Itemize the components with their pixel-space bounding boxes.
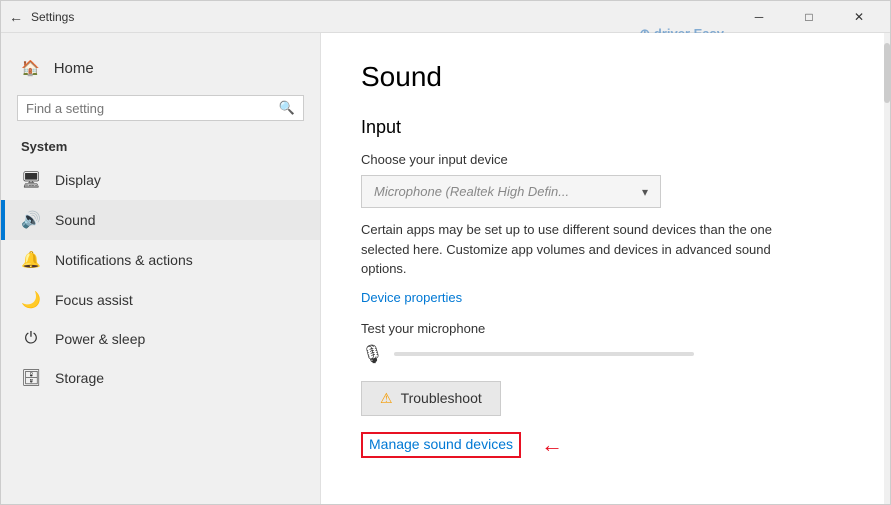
sidebar-section-title: System	[1, 133, 320, 160]
manage-link-wrapper: Manage sound devices	[361, 432, 521, 458]
close-button[interactable]: ✕	[836, 1, 882, 33]
maximize-button[interactable]: □	[786, 1, 832, 33]
device-properties-link[interactable]: Device properties	[361, 290, 462, 305]
sidebar-item-focus[interactable]: 🌙 Focus assist	[1, 280, 320, 320]
scrollbar[interactable]	[884, 33, 890, 504]
input-section-title: Input	[361, 117, 850, 138]
home-icon: 🏠	[21, 59, 40, 77]
sidebar-item-notifications[interactable]: 🔔 Notifications & actions	[1, 240, 320, 280]
sidebar-item-storage[interactable]: 🗄 Storage	[1, 358, 320, 398]
sidebar-item-focus-label: Focus assist	[55, 292, 133, 308]
manage-row: Manage sound devices ←	[361, 432, 850, 458]
display-icon: 🖥	[21, 170, 41, 190]
sidebar-item-power[interactable]: ⏻ Power & sleep	[1, 320, 320, 358]
sidebar-item-sound[interactable]: 🔊 Sound	[1, 200, 320, 240]
dropdown-arrow-icon: ▾	[642, 185, 648, 199]
troubleshoot-label: Troubleshoot	[401, 390, 482, 406]
minimize-button[interactable]: ─	[736, 1, 782, 33]
description-text: Certain apps may be set up to use differ…	[361, 220, 801, 279]
arrow-indicator: ←	[541, 432, 563, 458]
back-button[interactable]: ←	[9, 9, 23, 25]
sidebar-item-power-label: Power & sleep	[55, 331, 145, 347]
mic-level-bar	[394, 352, 694, 356]
search-icon[interactable]: 🔍	[279, 100, 295, 116]
troubleshoot-button[interactable]: ⚠ Troubleshoot	[361, 381, 501, 416]
sidebar-item-notifications-label: Notifications & actions	[55, 252, 193, 268]
sidebar-home-label: Home	[54, 60, 94, 77]
sidebar-item-storage-label: Storage	[55, 370, 104, 386]
focus-icon: 🌙	[21, 290, 41, 310]
storage-icon: 🗄	[21, 368, 41, 388]
power-icon: ⏻	[21, 330, 41, 348]
manage-sound-devices-link[interactable]: Manage sound devices	[369, 436, 513, 452]
search-input[interactable]	[26, 101, 279, 116]
sidebar-item-display-label: Display	[55, 172, 101, 188]
input-device-value: Microphone (Realtek High Defin...	[374, 184, 569, 199]
mic-row: 🎙	[361, 344, 850, 365]
page-title: Sound	[361, 61, 850, 93]
mic-test-label: Test your microphone	[361, 321, 850, 336]
window-controls: ─ □ ✕	[736, 1, 882, 33]
main-content: Sound Input Choose your input device Mic…	[321, 33, 890, 504]
sidebar-item-display[interactable]: 🖥 Display	[1, 160, 320, 200]
sound-icon: 🔊	[21, 210, 41, 230]
sidebar-item-sound-label: Sound	[55, 212, 95, 228]
search-box: 🔍	[17, 95, 304, 121]
sidebar-item-home[interactable]: 🏠 Home	[1, 49, 320, 87]
titlebar: ← Settings ⊕ driver Easy www.DriverEasy.…	[1, 1, 890, 33]
titlebar-title: Settings	[31, 10, 74, 24]
warning-icon: ⚠	[380, 390, 393, 407]
notifications-icon: 🔔	[21, 250, 41, 270]
microphone-icon: 🎙	[361, 344, 384, 365]
scrollbar-thumb	[884, 43, 890, 103]
sidebar: 🏠 Home 🔍 System 🖥 Display 🔊 Sound 🔔 Noti…	[1, 33, 321, 504]
input-device-dropdown[interactable]: Microphone (Realtek High Defin... ▾	[361, 175, 661, 208]
input-device-label: Choose your input device	[361, 152, 850, 167]
microphone-section: Test your microphone 🎙	[361, 321, 850, 365]
